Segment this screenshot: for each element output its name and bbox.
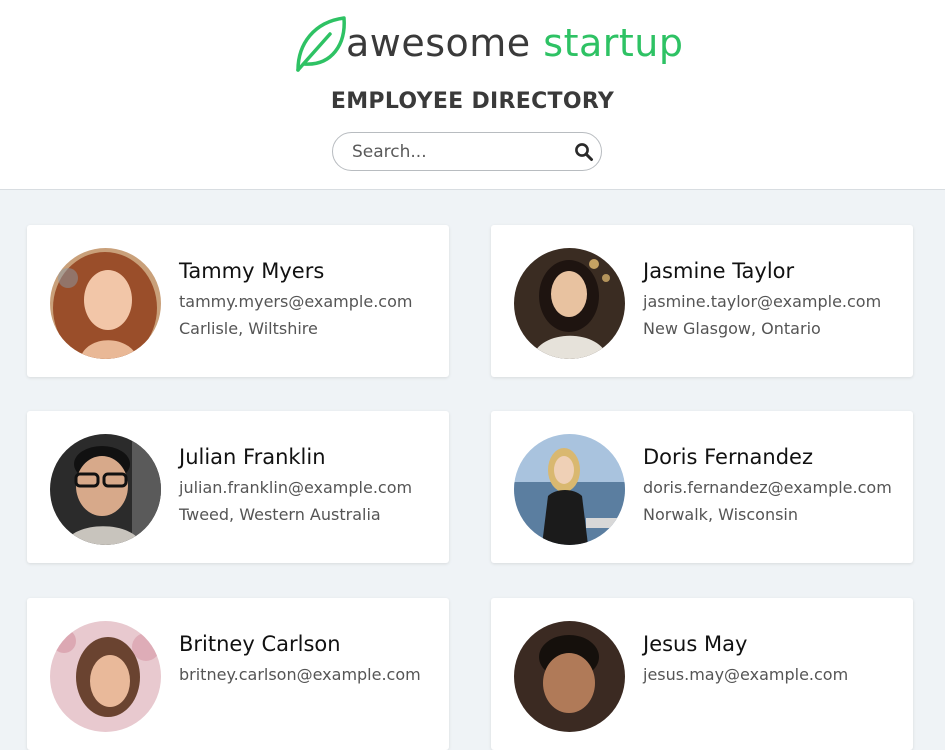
- employee-card[interactable]: Britney Carlson britney.carlson@example.…: [27, 598, 449, 750]
- employee-location: Norwalk, Wisconsin: [643, 505, 799, 524]
- employee-name: Doris Fernandez: [643, 445, 813, 469]
- employee-card[interactable]: Jesus May jesus.may@example.com: [491, 598, 913, 750]
- employee-name: Jasmine Taylor: [643, 259, 795, 283]
- employee-email: tammy.myers@example.com: [179, 292, 413, 311]
- employee-name: Britney Carlson: [179, 632, 341, 656]
- employee-card[interactable]: Tammy Myers tammy.myers@example.com Carl…: [27, 225, 449, 377]
- employee-name: Julian Franklin: [179, 445, 326, 469]
- employee-card[interactable]: Doris Fernandez doris.fernandez@example.…: [491, 411, 913, 563]
- employee-email: julian.franklin@example.com: [179, 478, 413, 497]
- page-title: EMPLOYEE DIRECTORY: [330, 89, 615, 114]
- employee-name: Jesus May: [643, 632, 748, 656]
- leaf-icon: [296, 16, 346, 72]
- employee-location: Carlisle, Wiltshire: [179, 319, 318, 338]
- employee-avatar: [50, 434, 161, 545]
- employee-avatar: [50, 248, 161, 359]
- employee-avatar: [514, 621, 625, 732]
- brand-logo[interactable]: awesome startup: [292, 12, 683, 76]
- brand-word-awesome: awesome: [346, 21, 531, 65]
- employee-location: New Glasgow, Ontario: [643, 319, 821, 338]
- employee-email: jasmine.taylor@example.com: [643, 292, 882, 311]
- employee-name: Tammy Myers: [179, 259, 325, 283]
- header: awesome startup EMPLOYEE DIRECTORY: [0, 0, 945, 190]
- employee-location: Tweed, Western Australia: [179, 505, 381, 524]
- employee-card[interactable]: Jasmine Taylor jasmine.taylor@example.co…: [491, 225, 913, 377]
- search-input[interactable]: [352, 139, 562, 165]
- employee-avatar: [50, 621, 161, 732]
- employee-card[interactable]: Julian Franklin julian.franklin@example.…: [27, 411, 449, 563]
- employee-avatar: [514, 248, 625, 359]
- employee-email: britney.carlson@example.com: [179, 665, 421, 684]
- brand-name: awesome startup: [346, 18, 684, 68]
- search-icon[interactable]: [574, 142, 594, 162]
- employee-avatar: [514, 434, 625, 545]
- employee-email: doris.fernandez@example.com: [643, 478, 892, 497]
- brand-word-startup: startup: [543, 21, 684, 65]
- search-bar: [332, 132, 602, 171]
- employee-email: jesus.may@example.com: [643, 665, 849, 684]
